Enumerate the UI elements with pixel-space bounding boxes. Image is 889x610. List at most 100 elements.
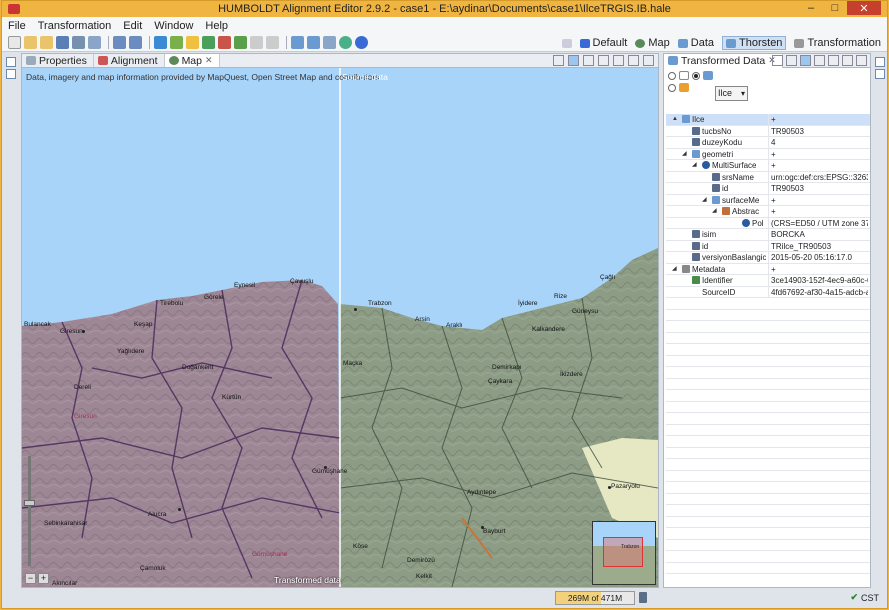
tasks-icon[interactable]: [202, 36, 215, 49]
split-view-icon[interactable]: [568, 55, 579, 66]
perspective-data[interactable]: Data: [677, 37, 714, 49]
zoom-extent-icon[interactable]: [583, 55, 594, 66]
tree-row[interactable]: ◢ MultiSurface +: [666, 160, 870, 172]
collapse-icon[interactable]: ▲: [672, 114, 678, 126]
zoom-out-button[interactable]: −: [25, 573, 36, 584]
close-button[interactable]: ✕: [847, 1, 881, 15]
redo-icon[interactable]: [266, 36, 279, 49]
type-select[interactable]: Ilce: [715, 86, 748, 101]
tab-transformed-data[interactable]: Transformed Data ✕: [664, 53, 783, 68]
maximize-view-icon[interactable]: [856, 55, 867, 66]
print-icon[interactable]: [88, 36, 101, 49]
minimize-view-icon[interactable]: [628, 55, 639, 66]
perspective-transformation[interactable]: Transformation: [794, 37, 881, 49]
run-transformation-icon[interactable]: [154, 36, 167, 49]
collapse-icon[interactable]: ◢: [672, 264, 677, 276]
schema-icon[interactable]: [291, 36, 304, 49]
zoom-slider-handle[interactable]: [24, 500, 35, 506]
tree-row[interactable]: ◢ surfaceMe +: [666, 194, 870, 207]
validate-icon[interactable]: [170, 36, 183, 49]
tree-row[interactable]: id TRilce_TR90503: [666, 240, 870, 252]
perspective-map[interactable]: Map: [635, 37, 670, 49]
source-data-icon[interactable]: [307, 36, 320, 49]
menu-window[interactable]: Window: [154, 20, 193, 32]
maximize-button[interactable]: □: [823, 1, 847, 15]
menu-help[interactable]: Help: [205, 20, 228, 32]
tree-value: TRilce_TR90503: [768, 240, 868, 252]
perspective-thorsten[interactable]: Thorsten: [722, 36, 787, 50]
source-selection-radio[interactable]: [668, 84, 676, 92]
help-icon[interactable]: [355, 36, 368, 49]
schema-view-icon[interactable]: [6, 69, 16, 79]
menu-edit[interactable]: Edit: [123, 20, 142, 32]
tree-row[interactable]: Identifier 3ce14903-152f-4ec9-a60c-06f: [666, 275, 870, 287]
tree-row[interactable]: srsName urn:ogc:def:crs:EPSG::32632: [666, 171, 870, 183]
zoom-in-button[interactable]: +: [38, 573, 49, 584]
tab-properties[interactable]: Properties: [22, 54, 94, 67]
selection-icon[interactable]: [679, 83, 689, 92]
settings-icon[interactable]: [598, 55, 609, 66]
view-menu-icon[interactable]: [613, 55, 624, 66]
open-folder-icon[interactable]: [24, 36, 37, 49]
zoom-slider[interactable]: [24, 456, 35, 566]
filter-icon[interactable]: [679, 71, 689, 80]
link-icon[interactable]: [323, 36, 336, 49]
source-sample-radio[interactable]: [692, 72, 700, 80]
maximize-view-icon[interactable]: [643, 55, 654, 66]
tree-row[interactable]: ◢ Metadata +: [666, 263, 870, 276]
cells-icon[interactable]: [218, 36, 231, 49]
open-perspective-icon[interactable]: [561, 38, 572, 48]
minimize-view-icon[interactable]: [842, 55, 853, 66]
globe-icon[interactable]: [339, 36, 352, 49]
import-icon[interactable]: [113, 36, 126, 49]
restore-icon[interactable]: [6, 57, 16, 67]
tree-row[interactable]: duzeyKodu 4: [666, 137, 870, 149]
collapse-icon[interactable]: ◢: [702, 195, 707, 207]
source-all-radio[interactable]: [668, 72, 676, 80]
collapse-icon[interactable]: ◢: [692, 160, 697, 172]
save-icon[interactable]: [56, 36, 69, 49]
perspective-default[interactable]: Default: [579, 37, 627, 49]
tree-row[interactable]: ◢ Abstrac +: [666, 206, 870, 218]
trash-icon[interactable]: [639, 592, 647, 603]
view-menu-icon[interactable]: [828, 55, 839, 66]
tab-alignment[interactable]: Alignment: [94, 54, 165, 67]
refresh-icon[interactable]: [234, 36, 247, 49]
sample-icon[interactable]: [703, 71, 713, 80]
minimap-viewport[interactable]: [603, 537, 643, 567]
tree-view-icon[interactable]: [786, 55, 797, 66]
restore-icon[interactable]: [875, 57, 885, 67]
tree-row[interactable]: isim BORCKA: [666, 229, 870, 241]
list-view-icon[interactable]: [800, 55, 811, 66]
tree-row[interactable]: id TR90503: [666, 183, 870, 195]
source-data-view-icon[interactable]: [875, 69, 885, 79]
attribute-icon: [712, 172, 720, 181]
close-tab-icon[interactable]: ✕: [205, 55, 213, 66]
place-label: Kürtün: [222, 394, 242, 401]
tree-row[interactable]: tucbsNo TR90503: [666, 125, 870, 137]
export-icon[interactable]: [129, 36, 142, 49]
tree-row[interactable]: ◢ geometri +: [666, 148, 870, 161]
map-canvas[interactable]: Data, imagery and map information provid…: [22, 68, 658, 587]
collapse-icon[interactable]: ◢: [682, 149, 687, 161]
star-icon[interactable]: [186, 36, 199, 49]
tree-row[interactable]: ▲ Ilce +: [666, 114, 870, 126]
overview-minimap[interactable]: Trabzon: [592, 521, 656, 585]
undo-icon[interactable]: [250, 36, 263, 49]
open-project-icon[interactable]: [40, 36, 53, 49]
collapse-icon[interactable]: ◢: [712, 206, 717, 218]
minimize-button[interactable]: –: [799, 1, 823, 15]
place-label: Sebinkarahisar: [44, 520, 88, 527]
globe-icon[interactable]: [814, 55, 825, 66]
save-as-icon[interactable]: [72, 36, 85, 49]
table-view-icon[interactable]: [772, 55, 783, 66]
tab-map[interactable]: Map ✕: [164, 54, 220, 67]
menu-transformation[interactable]: Transformation: [38, 20, 112, 32]
tree-row[interactable]: SourceID 4fd67692-af30-4a15-adcb-a5: [666, 286, 870, 298]
menu-file[interactable]: File: [8, 20, 26, 32]
tree-row[interactable]: versiyonBaslangic 2015-05-20 05:16:17.0: [666, 252, 870, 264]
crs-indicator[interactable]: ✔ CST: [850, 592, 879, 603]
pointer-tool-icon[interactable]: [553, 55, 564, 66]
new-file-icon[interactable]: [8, 36, 21, 49]
tree-row[interactable]: Pol (CRS=ED50 / UTM zone 37N): [666, 217, 870, 229]
